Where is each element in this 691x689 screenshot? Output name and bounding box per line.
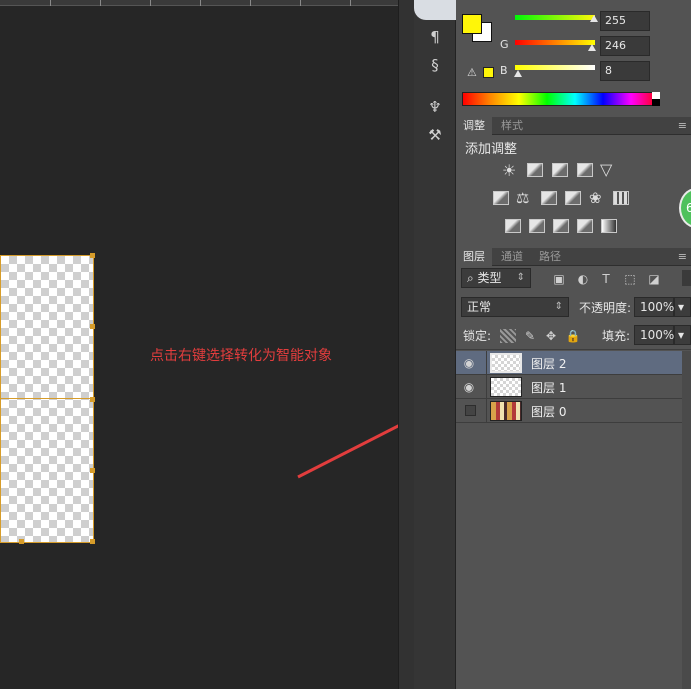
panel-separator[interactable]: [398, 0, 414, 689]
vibrance-icon[interactable]: ▽: [600, 160, 612, 179]
chevron-updown-icon: ⇕: [516, 272, 525, 283]
filter-kind-label: 类型: [477, 271, 502, 285]
shape-filter-icon[interactable]: ⬚: [622, 272, 638, 286]
brightness-contrast-icon[interactable]: ☀: [502, 161, 516, 180]
exposure-icon[interactable]: [577, 163, 593, 177]
tab-paths[interactable]: 路径: [532, 248, 568, 266]
layer-row[interactable]: ◉ 图层 1: [456, 375, 682, 399]
gradient-map-icon[interactable]: [601, 219, 617, 233]
adjustment-filter-icon[interactable]: ◐: [575, 272, 591, 286]
curves-icon[interactable]: [552, 163, 568, 177]
tab-adjustments[interactable]: 调整: [456, 117, 492, 135]
opacity-dropdown[interactable]: ▾: [674, 297, 691, 317]
gamut-warning-icon[interactable]: ⚠: [467, 66, 477, 79]
blend-mode-select[interactable]: 正常 ⇕: [461, 297, 569, 317]
type-filter-icon[interactable]: T: [598, 272, 614, 286]
tool-presets-icon[interactable]: ⚒: [424, 124, 446, 146]
tab-channels[interactable]: 通道: [494, 248, 530, 266]
tab-layers[interactable]: 图层: [456, 248, 492, 266]
opacity-label: 不透明度:: [579, 301, 632, 315]
black-white-ramp[interactable]: [652, 92, 660, 106]
layer-filter-select[interactable]: ⌕ 类型 ⇕: [461, 268, 531, 288]
color-lookup-icon[interactable]: [613, 191, 629, 205]
b-slider-track[interactable]: [515, 65, 595, 70]
layer-name[interactable]: 图层 0: [531, 403, 566, 420]
layer-thumbnail[interactable]: [490, 353, 522, 373]
search-icon: ⌕: [467, 271, 478, 285]
color-spectrum-ramp[interactable]: [462, 92, 660, 106]
lock-pixels-icon[interactable]: ✎: [522, 329, 538, 343]
layer-name[interactable]: 图层 1: [531, 379, 566, 396]
r-slider-track[interactable]: [515, 15, 595, 20]
character-styles-icon[interactable]: §: [424, 54, 446, 76]
layers-scrollbar[interactable]: [682, 351, 691, 689]
foreground-color-swatch[interactable]: [462, 14, 482, 34]
lock-label: 锁定:: [463, 329, 492, 343]
selective-color-icon[interactable]: [577, 219, 593, 233]
layers-tabbar: 图层 通道 路径 ≡: [456, 248, 691, 266]
fill-label: 填充:: [602, 329, 631, 343]
lock-position-icon[interactable]: ✥: [543, 329, 559, 343]
tab-styles[interactable]: 样式: [494, 117, 530, 135]
layer-thumbnail[interactable]: [490, 377, 522, 397]
opacity-field[interactable]: 100%: [634, 297, 674, 317]
fill-dropdown[interactable]: ▾: [674, 325, 691, 345]
adjustments-tabbar: 调整 样式 ≡: [456, 117, 691, 135]
black-white-icon[interactable]: [541, 191, 557, 205]
gamut-swatch[interactable]: [483, 67, 494, 78]
b-label: B: [500, 64, 508, 77]
eye-icon[interactable]: ◉: [460, 378, 478, 396]
g-value-field[interactable]: 246: [600, 36, 650, 56]
b-slider-thumb[interactable]: [514, 70, 522, 77]
fill-field[interactable]: 100%: [634, 325, 674, 345]
add-adjustment-title: 添加调整: [465, 142, 518, 157]
r-slider-thumb[interactable]: [590, 15, 598, 22]
panel-menu-icon[interactable]: ≡: [678, 250, 687, 263]
threshold-icon[interactable]: [553, 219, 569, 233]
pixel-filter-icon[interactable]: ▣: [551, 272, 567, 286]
layer-thumbnail[interactable]: [490, 401, 522, 421]
layer-name[interactable]: 图层 2: [531, 355, 566, 372]
divider: [456, 349, 691, 350]
b-value-field[interactable]: 8: [600, 61, 650, 81]
paragraph-icon[interactable]: ¶: [424, 26, 446, 48]
visibility-checkbox[interactable]: [465, 405, 476, 416]
panel-menu-icon[interactable]: ≡: [678, 119, 687, 132]
blend-mode-value: 正常: [467, 300, 492, 314]
channel-mixer-icon[interactable]: ❀: [589, 189, 602, 207]
r-value-field[interactable]: 255: [600, 11, 650, 31]
smart-object-filter-icon[interactable]: ◪: [646, 272, 662, 286]
filter-toggle[interactable]: [682, 270, 691, 286]
panel-dock-strip: ¶ § ♆ ⚒: [414, 0, 456, 689]
lock-all-icon[interactable]: 🔒: [565, 329, 581, 343]
g-slider-track[interactable]: [515, 40, 595, 45]
lock-transparency-icon[interactable]: [500, 329, 516, 343]
posterize-icon[interactable]: [529, 219, 545, 233]
brush-presets-icon[interactable]: ♆: [424, 96, 446, 118]
invert-icon[interactable]: [505, 219, 521, 233]
g-slider-thumb[interactable]: [588, 44, 596, 51]
levels-icon[interactable]: [527, 163, 543, 177]
photo-filter-icon[interactable]: [565, 191, 581, 205]
hue-saturation-icon[interactable]: [493, 191, 509, 205]
layer-row[interactable]: 图层 0: [456, 399, 682, 423]
chevron-updown-icon: ⇕: [554, 301, 563, 312]
layer-column-divider: [486, 351, 487, 423]
color-balance-icon[interactable]: ⚖: [516, 189, 529, 207]
layer-row[interactable]: ◉ 图层 2: [456, 351, 682, 375]
eye-icon[interactable]: ◉: [460, 354, 478, 372]
g-label: G: [500, 38, 509, 51]
